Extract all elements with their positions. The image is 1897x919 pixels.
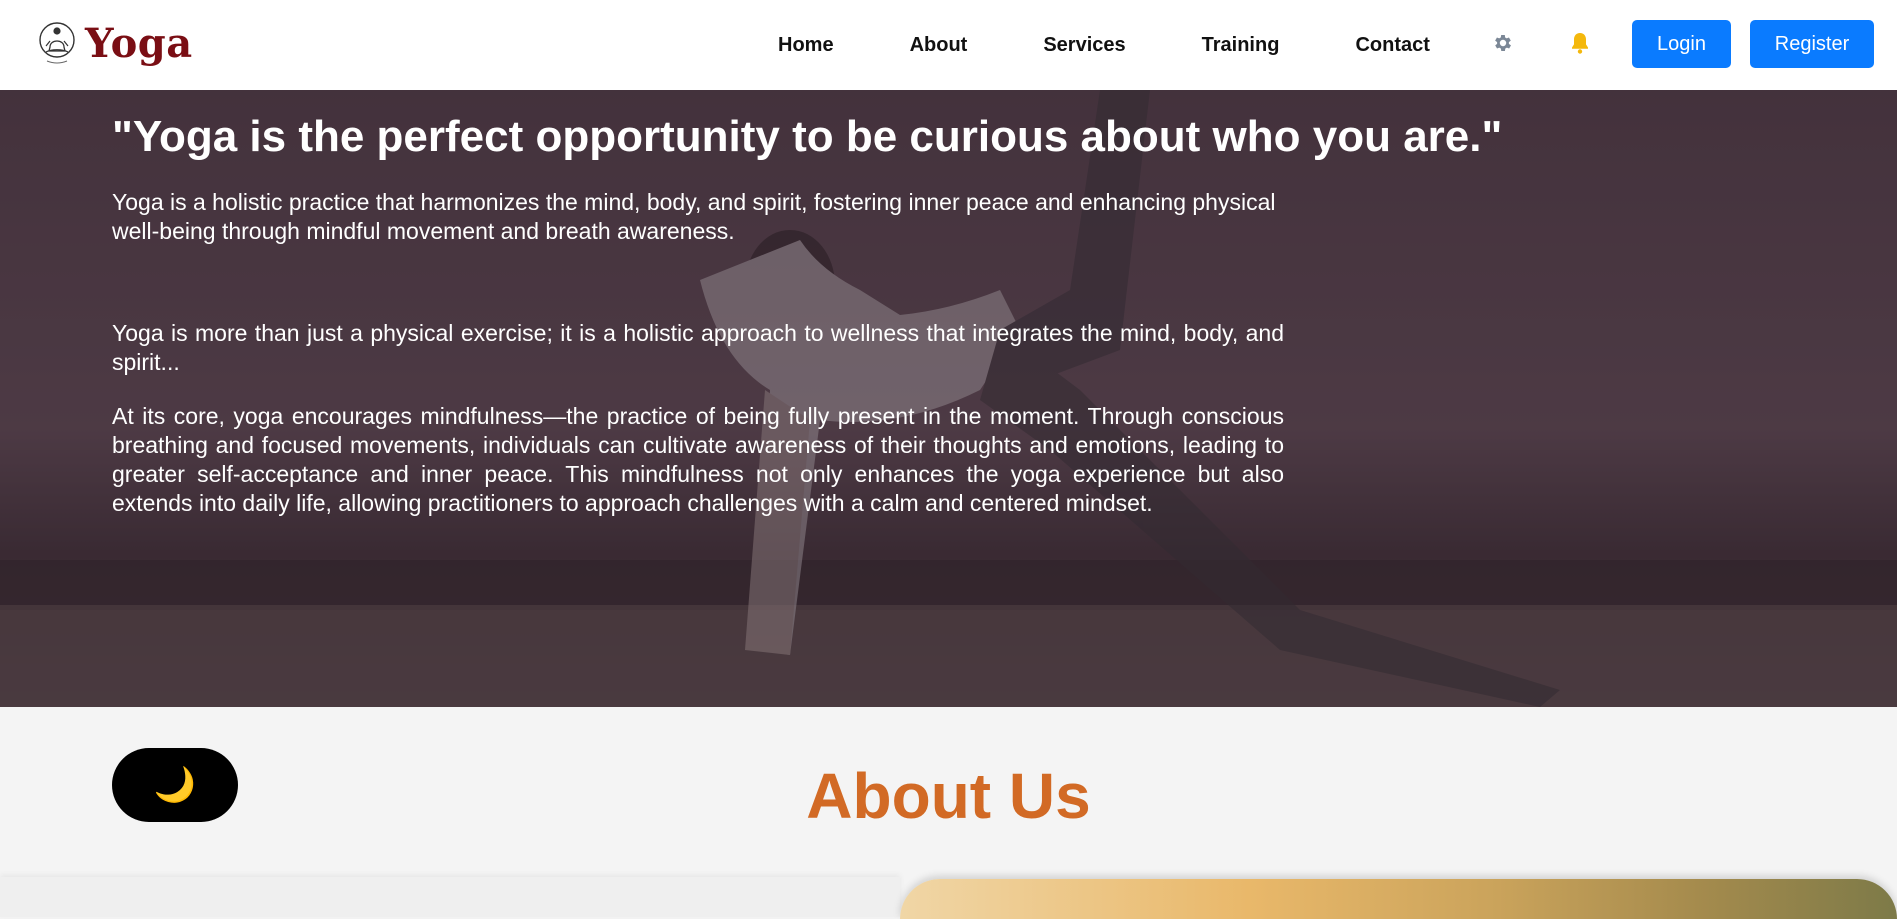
brand-name: Yoga xyxy=(85,20,193,67)
login-button[interactable]: Login xyxy=(1632,20,1731,68)
notifications-button[interactable] xyxy=(1567,30,1593,56)
register-button[interactable]: Register xyxy=(1750,20,1874,68)
nav-contact[interactable]: Contact xyxy=(1317,34,1467,57)
nav-training[interactable]: Training xyxy=(1164,34,1318,57)
settings-button[interactable] xyxy=(1490,30,1516,56)
nav-services[interactable]: Services xyxy=(1005,34,1163,57)
hero-overlay xyxy=(0,90,1897,707)
hero-paragraph-2: At its core, yoga encourages mindfulness… xyxy=(112,403,1284,516)
hero-quote: "Yoga is the perfect opportunity to be c… xyxy=(112,112,1503,161)
bell-icon xyxy=(1572,33,1588,54)
site-header: Yoga Home About Services Training Contac… xyxy=(0,0,1897,90)
hero-section: "Yoga is the perfect opportunity to be c… xyxy=(0,90,1897,707)
main-nav: Home About Services Training Contact xyxy=(740,0,1468,90)
meditation-emblem-icon xyxy=(39,21,75,63)
about-image xyxy=(900,879,1897,919)
brand-logo[interactable]: Yoga xyxy=(38,20,193,67)
nav-home[interactable]: Home xyxy=(740,34,872,57)
hero-paragraph-1: Yoga is more than just a physical exerci… xyxy=(112,320,1284,375)
nav-about[interactable]: About xyxy=(872,34,1006,57)
about-section: 🌙 About Us xyxy=(0,707,1897,919)
about-title: About Us xyxy=(806,760,1091,832)
about-text-card xyxy=(0,877,900,917)
gear-icon xyxy=(1495,35,1511,51)
hero-intro: Yoga is a holistic practice that harmoni… xyxy=(112,189,1276,244)
